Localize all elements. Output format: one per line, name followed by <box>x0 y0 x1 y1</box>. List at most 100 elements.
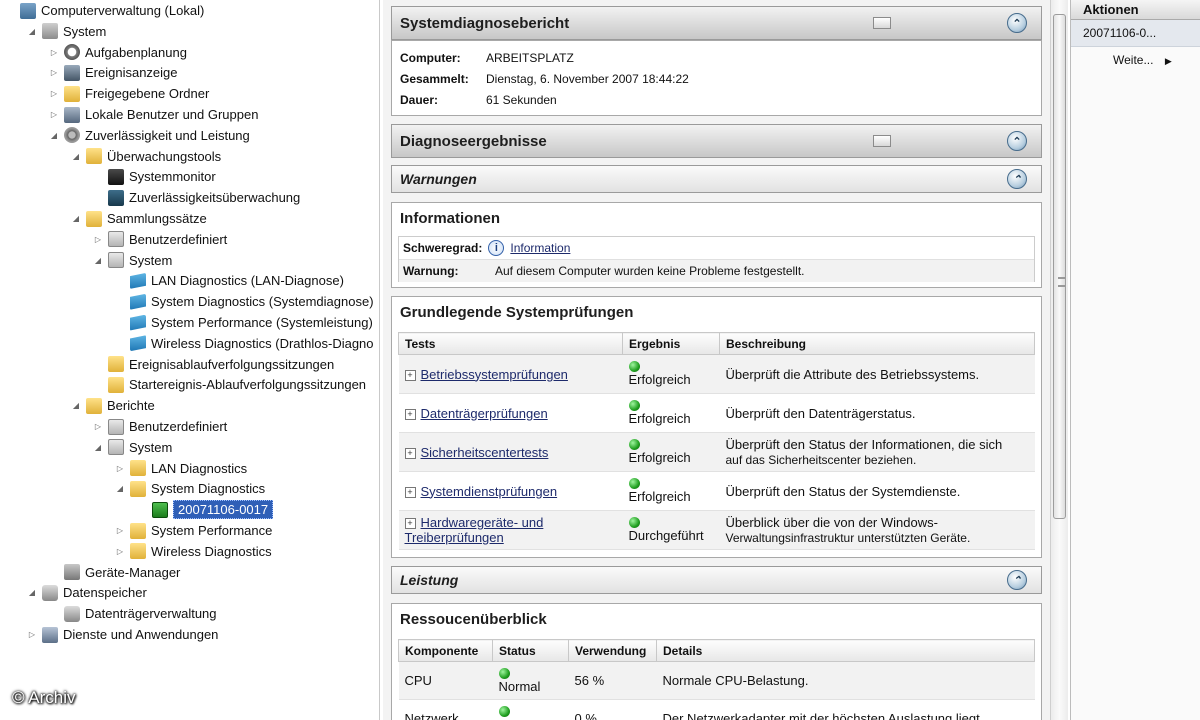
scrollbar-grip <box>1058 277 1065 287</box>
collapsed-arrow-icon[interactable]: ▷ <box>48 67 60 79</box>
table-row: + Sicherheitscentertests Erfolgreich Überpr… <box>398 432 1035 472</box>
tree-node-label: Berichte <box>107 398 155 414</box>
tree-node[interactable]: System Diagnostics (Systemdiagnose) <box>114 291 374 312</box>
collapse-results-button[interactable]: ⌃ <box>1007 131 1027 151</box>
collapsed-arrow-icon[interactable]: ▷ <box>92 421 104 433</box>
collapsed-arrow-icon[interactable]: ▷ <box>48 46 60 58</box>
print-icon[interactable] <box>873 135 891 147</box>
tree-node[interactable]: ▷ Lokale Benutzer und Gruppen <box>48 104 258 125</box>
tree-node[interactable]: ▷ Dienste und Anwendungen <box>26 624 218 645</box>
tree-node[interactable]: ▷ Benutzerdefiniert <box>92 229 227 250</box>
scrollbar-thumb[interactable] <box>1053 14 1066 519</box>
expand-row-icon[interactable]: + <box>404 447 416 459</box>
collapsed-arrow-icon[interactable]: ▷ <box>114 545 126 557</box>
expanded-arrow-icon[interactable]: ◢ <box>70 400 82 412</box>
column-header-usage: Verwendung <box>568 639 657 662</box>
tree-node[interactable]: ▷ Benutzerdefiniert <box>92 416 227 437</box>
report-scrollbar[interactable] <box>1050 0 1068 720</box>
test-result: Erfolgreich <box>628 450 691 465</box>
tree-node-label: Ereignisanzeige <box>85 65 178 81</box>
collapsed-arrow-icon[interactable]: ▷ <box>26 629 38 641</box>
no-arrow <box>92 171 104 183</box>
tree-node[interactable]: Startereignis-Ablaufverfolgungssitzungen <box>92 374 366 395</box>
expanded-arrow-icon[interactable]: ◢ <box>70 213 82 225</box>
folder-icon <box>86 397 102 414</box>
test-link[interactable]: Hardwaregeräte- und Treiberprüfungen <box>405 515 544 545</box>
expanded-arrow-icon[interactable]: ◢ <box>48 129 60 141</box>
tree-node[interactable]: Computerverwaltung (Lokal) <box>4 0 204 21</box>
collapse-warnings-button[interactable]: ⌃ <box>1007 169 1027 189</box>
expanded-arrow-icon[interactable]: ◢ <box>92 254 104 266</box>
no-arrow <box>114 275 126 287</box>
expanded-arrow-icon[interactable]: ◢ <box>26 25 38 37</box>
tree-node-label: Zuverlässigkeitsüberwachung <box>129 190 301 206</box>
collapse-report-button[interactable]: ⌃ <box>1007 13 1027 33</box>
tree-node[interactable]: Datenträgerverwaltung <box>48 603 217 624</box>
tree-node[interactable]: ◢ System <box>26 21 106 42</box>
information-table: Schweregrad: i Information Warnung: Auf … <box>398 236 1035 282</box>
collapsed-arrow-icon[interactable]: ▷ <box>114 462 126 474</box>
expanded-arrow-icon[interactable]: ◢ <box>92 441 104 453</box>
collapsed-arrow-icon[interactable]: ▷ <box>92 233 104 245</box>
results-title: Diagnoseergebnisse <box>400 132 547 150</box>
tree-node[interactable]: Wireless Diagnostics (Drathlos-Diagno <box>114 333 374 354</box>
warnings-title: Warnungen <box>400 171 477 187</box>
expanded-arrow-icon[interactable]: ◢ <box>114 483 126 495</box>
test-link[interactable]: Betriebssystemprüfungen <box>421 367 568 382</box>
tree-node[interactable]: ◢ Datenspeicher <box>26 582 147 603</box>
tree-node[interactable]: ◢ Sammlungssätze <box>70 208 207 229</box>
more-actions-link[interactable]: Weite... ▶ <box>1071 47 1200 67</box>
tree-node[interactable]: ▷ Freigegebene Ordner <box>48 83 209 104</box>
tree-node[interactable]: ◢ System Diagnostics <box>114 478 265 499</box>
collapsed-arrow-icon[interactable]: ▷ <box>114 525 126 537</box>
test-description: Überprüft den Datenträgerstatus. <box>725 405 916 421</box>
tree-node[interactable]: ◢ System <box>92 250 172 271</box>
collapsed-arrow-icon[interactable]: ▷ <box>48 109 60 121</box>
folder-icon <box>108 376 124 393</box>
component-cell: CPU <box>398 661 493 700</box>
test-link[interactable]: Systemdienstprüfungen <box>421 484 558 499</box>
tree-node-label: System <box>63 23 107 39</box>
folder-icon <box>86 148 102 165</box>
column-header-component: Komponente <box>398 639 493 662</box>
tree-node[interactable]: ▷ Ereignisanzeige <box>48 62 178 83</box>
tree-node-label: Freigegebene Ordner <box>85 86 210 102</box>
resources-table: Komponente Status Verwendung Details CPU… <box>398 639 1035 720</box>
status-ok-icon <box>628 400 640 411</box>
tree-node[interactable]: LAN Diagnostics (LAN-Diagnose) <box>114 270 344 291</box>
expanded-arrow-icon[interactable]: ◢ <box>70 150 82 162</box>
tree-node[interactable]: Ereignisablaufverfolgungssitzungen <box>92 354 334 375</box>
tree-node[interactable]: System Performance (Systemleistung) <box>114 312 373 333</box>
test-name: Betriebssystemprüfungen <box>420 366 568 382</box>
tree-node[interactable]: ◢ Überwachungstools <box>70 146 221 167</box>
actions-item[interactable]: 20071106-0... <box>1071 20 1200 47</box>
expand-row-icon[interactable]: + <box>404 369 416 381</box>
tree-node[interactable]: ▷ Wireless Diagnostics <box>114 541 272 562</box>
test-link[interactable]: Datenträgerprüfungen <box>421 406 548 421</box>
no-arrow <box>136 504 148 516</box>
tree-node[interactable]: ▷ LAN Diagnostics <box>114 458 247 479</box>
test-name: Systemdienstprüfungen <box>420 483 558 499</box>
expanded-arrow-icon[interactable]: ◢ <box>26 587 38 599</box>
expand-row-icon[interactable]: + <box>404 518 416 529</box>
collapse-performance-button[interactable]: ⌃ <box>1007 570 1027 590</box>
tree-node[interactable]: ▷ System Performance <box>114 520 272 541</box>
collapsed-arrow-icon[interactable]: ▷ <box>48 88 60 100</box>
expand-row-icon[interactable]: + <box>404 486 416 498</box>
table-row: Netzwerk Im 0 %Der Netzwerkadapter mit der… <box>398 699 1035 720</box>
tree-node[interactable]: ◢ Zuverlässigkeit und Leistung <box>48 125 250 146</box>
clock-icon <box>64 44 80 61</box>
test-link[interactable]: Sicherheitscentertests <box>421 445 549 460</box>
severity-link[interactable]: Information <box>510 241 570 255</box>
expand-row-icon[interactable]: + <box>404 408 416 420</box>
tree-node[interactable]: Systemmonitor <box>92 166 216 187</box>
tree-node[interactable]: ▷ Aufgabenplanung <box>48 42 187 63</box>
severity-label: Schweregrad: <box>403 241 483 255</box>
test-description: Überprüft die Attribute des Betriebssyst… <box>725 366 980 382</box>
tree-node[interactable]: ◢ System <box>92 437 172 458</box>
tree-node[interactable]: ◢ Berichte <box>70 395 155 416</box>
tree-node[interactable]: 20071106-0017 <box>136 499 274 520</box>
tree-node[interactable]: Geräte-Manager <box>48 562 180 583</box>
tree-node[interactable]: Zuverlässigkeitsüberwachung <box>92 187 300 208</box>
print-icon[interactable] <box>873 17 891 29</box>
